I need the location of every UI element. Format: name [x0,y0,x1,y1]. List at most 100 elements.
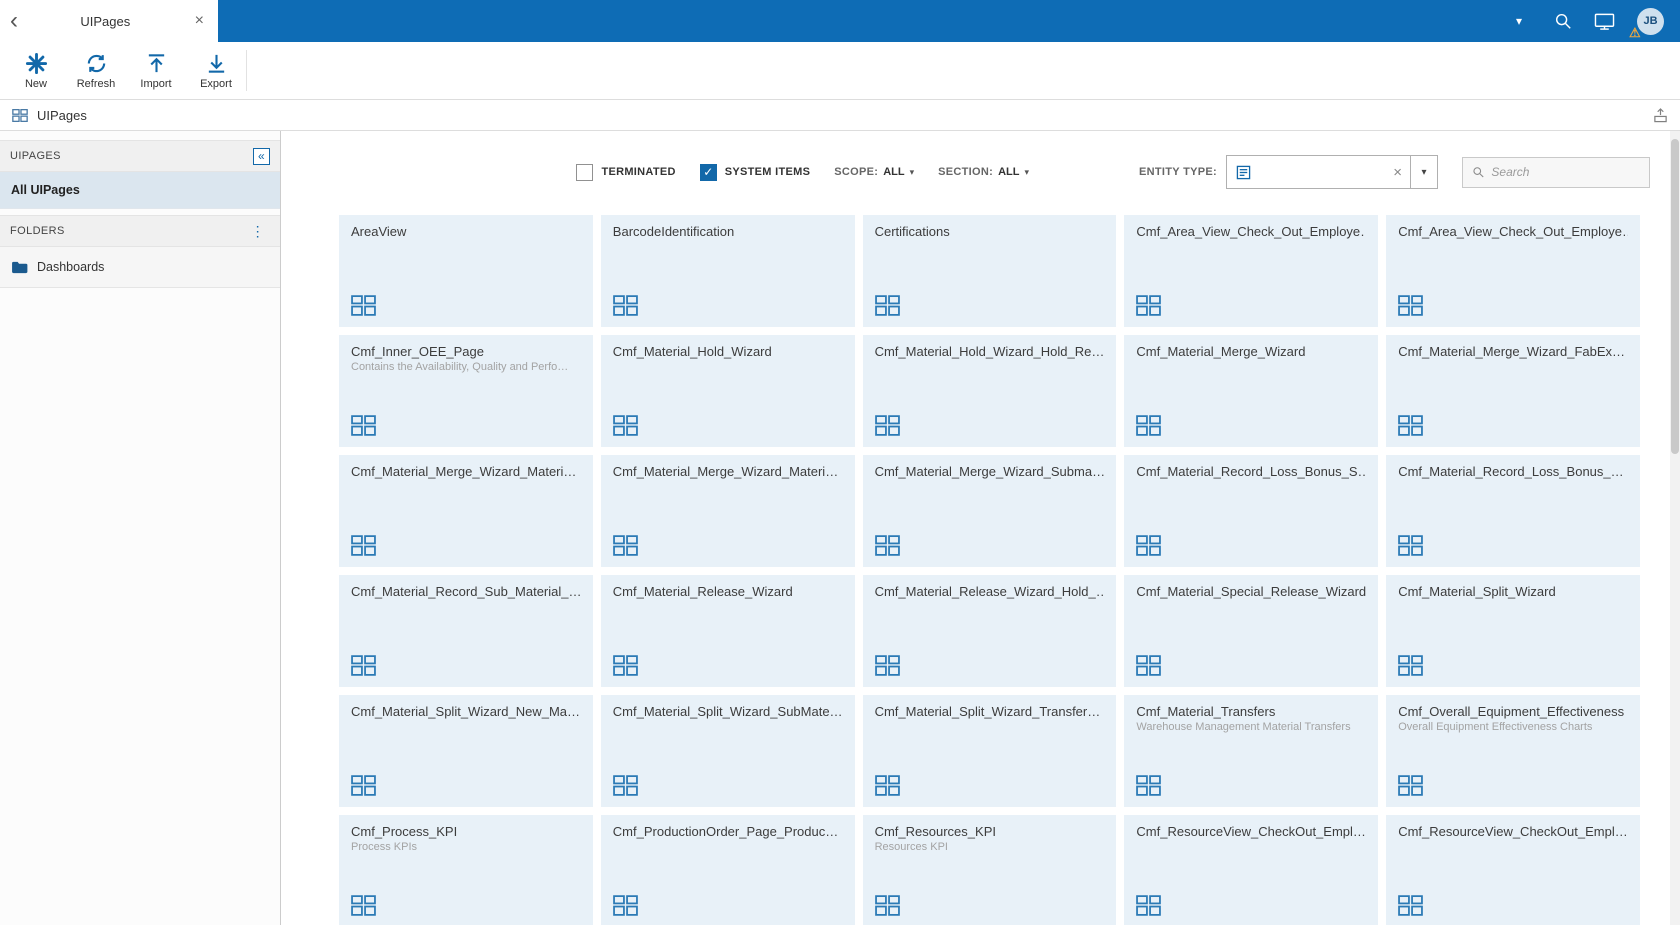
uipage-grid-icon [874,655,900,676]
uipage-tile[interactable]: Cmf_Material_Hold_Wizard [600,335,855,447]
uipage-tile[interactable]: Cmf_Material_Record_Loss_Bonus_… [1386,455,1640,567]
scope-value: ALL [883,166,905,178]
refresh-button[interactable]: Refresh [66,42,126,99]
uipage-tile[interactable]: Cmf_Material_Split_Wizard [1386,575,1640,687]
import-button[interactable]: Import [126,42,186,99]
search-icon [1473,167,1484,178]
tile-title: Cmf_Material_Merge_Wizard_Materi… [612,464,839,479]
uipage-tile[interactable]: Cmf_Material_Split_Wizard_Transfer… [862,695,1117,807]
system-items-checkbox[interactable]: ✓ [699,163,717,181]
tab-title: UIPages [80,13,131,29]
uipage-tile[interactable]: Cmf_Process_KPI Process KPIs [339,815,593,925]
uipage-tile[interactable]: Cmf_Material_Record_Sub_Material_… [339,575,593,687]
uipage-tile[interactable]: Cmf_Area_View_Check_Out_Employe… [1386,215,1640,327]
tile-title: Cmf_Material_Transfers [1136,704,1276,719]
uipage-tile[interactable]: Cmf_Material_Hold_Wizard_Hold_Re… [862,335,1117,447]
tab-uipages[interactable]: ‹ UIPages × [0,0,218,42]
entity-type-label: ENTITY TYPE: [1139,166,1217,178]
uipage-tile[interactable]: Cmf_Material_Merge_Wizard_FabEx… [1386,335,1640,447]
uipage-tile[interactable]: Cmf_Material_Merge_Wizard_Materi… [339,455,593,567]
system-items-filter: ✓ SYSTEM ITEMS [699,163,811,181]
section-dropdown[interactable]: SECTION: ALL ▾ [938,166,1029,178]
topbar-actions: ▾ JB ⚠ [218,0,1680,42]
uipage-grid-icon [874,295,900,316]
avatar[interactable]: JB ⚠ [1629,7,1664,40]
page-title: UIPages [37,107,87,123]
uipage-tile[interactable]: Cmf_ResourceView_CheckOut_Empl… [1386,815,1640,925]
uipage-tile[interactable]: AreaView [339,215,593,327]
uipage-tile[interactable]: Cmf_Material_Transfers Warehouse Managem… [1124,695,1379,807]
folder-icon [12,261,28,273]
export-button-label: Export [200,77,232,90]
uipage-grid-icon [351,895,376,916]
uipage-tile[interactable]: Cmf_Material_Merge_Wizard [1124,335,1379,447]
uipage-tile[interactable]: Cmf_Material_Record_Loss_Bonus_S… [1124,455,1379,567]
clear-icon[interactable]: × [1385,164,1410,181]
uipage-grid-icon [351,655,376,676]
uipage-tile[interactable]: Cmf_Inner_OEE_Page Contains the Availabi… [339,335,593,447]
uipage-grid-icon [1136,535,1162,556]
uipage-tile[interactable]: Cmf_ProductionOrder_Page_Produc… [600,815,855,925]
scrollbar-thumb[interactable] [1671,139,1679,454]
sidebar-item-dashboards[interactable]: Dashboards [0,247,280,288]
export-button[interactable]: Export [186,42,246,99]
close-tab-icon[interactable]: × [191,12,208,30]
main-area: UIPAGES « All UIPages FOLDERS ⋮ Dashboar… [0,131,1680,925]
uipage-tile[interactable]: Cmf_Resources_KPI Resources KPI [862,815,1117,925]
scope-dropdown[interactable]: SCOPE: ALL ▾ [834,166,914,178]
chevron-down-icon[interactable]: ▾ [1516,14,1522,28]
section-value: ALL [998,166,1020,178]
uipage-grid-icon [1398,295,1424,316]
uipage-tile[interactable]: Cmf_Overall_Equipment_Effectiveness Over… [1386,695,1640,807]
search-icon[interactable] [1554,12,1572,30]
chevron-down-icon: ▾ [1024,166,1030,177]
tile-title: Cmf_Overall_Equipment_Effectiveness [1398,704,1625,719]
tile-title: Cmf_ResourceView_CheckOut_Empl… [1136,824,1366,839]
entity-type-caret-button[interactable]: ▾ [1410,156,1437,188]
uipage-tile[interactable]: Cmf_Material_Merge_Wizard_Materi… [600,455,855,567]
refresh-icon [87,54,105,72]
uipage-tile[interactable]: Cmf_Material_Release_Wizard [600,575,855,687]
monitor-icon[interactable] [1594,12,1615,31]
uipage-grid-icon [351,415,376,436]
folders-menu-icon[interactable]: ⋮ [246,223,270,240]
uipage-grid-icon [1398,535,1424,556]
search-input[interactable] [1491,165,1640,179]
collapse-sidebar-icon[interactable]: « [253,147,270,165]
expand-panel-icon[interactable] [1653,107,1668,123]
sidebar-item-all-uipages[interactable]: All UIPages [0,172,280,209]
uipage-tile[interactable]: Cmf_Material_Special_Release_Wizard [1124,575,1379,687]
terminated-label: TERMINATED [601,166,676,178]
entity-type-combobox[interactable]: × ▾ [1226,155,1438,189]
uipage-tile[interactable]: Cmf_Material_Split_Wizard_New_Ma… [339,695,593,807]
tile-title: Cmf_Material_Split_Wizard_Transfer… [874,704,1101,719]
sidebar-header-folders: FOLDERS ⋮ [0,215,280,247]
toolbar-divider [246,50,247,91]
terminated-checkbox[interactable]: ✓ [576,163,594,181]
uipage-grid-icon [1398,655,1424,676]
refresh-button-label: Refresh [76,77,116,90]
uipage-grid-icon [1136,295,1162,316]
uipage-grid-icon [1136,775,1162,796]
uipage-tile[interactable]: Cmf_Area_View_Check_Out_Employe… [1124,215,1379,327]
tile-title: Cmf_Material_Merge_Wizard_Materi… [351,464,577,479]
uipage-tile[interactable]: Cmf_Material_Merge_Wizard_Subma… [862,455,1117,567]
breadcrumb: UIPages [0,100,1680,131]
uipage-tile[interactable]: Cmf_ResourceView_CheckOut_Empl… [1124,815,1379,925]
tile-title: Cmf_Material_Record_Loss_Bonus_S… [1136,464,1367,479]
uipage-tile[interactable]: BarcodeIdentification [600,215,855,327]
chevron-down-icon: ▾ [1421,166,1427,178]
uipage-tile[interactable]: Cmf_Material_Split_Wizard_SubMate… [600,695,855,807]
new-button[interactable]: New [6,42,66,99]
vertical-scrollbar[interactable] [1670,131,1680,925]
uipage-tile[interactable]: Certifications [862,215,1117,327]
system-items-label: SYSTEM ITEMS [724,166,811,178]
uipage-grid-icon [612,415,638,436]
uipage-tile[interactable]: Cmf_Material_Release_Wizard_Hold_… [862,575,1117,687]
uipage-grid-icon [612,535,638,556]
tile-title: Cmf_ResourceView_CheckOut_Empl… [1398,824,1628,839]
tile-title: Cmf_Material_Merge_Wizard [1136,344,1306,359]
uipage-grid-icon [874,895,900,916]
back-icon[interactable]: ‹ [10,9,18,33]
chevron-down-icon: ▾ [909,166,915,177]
